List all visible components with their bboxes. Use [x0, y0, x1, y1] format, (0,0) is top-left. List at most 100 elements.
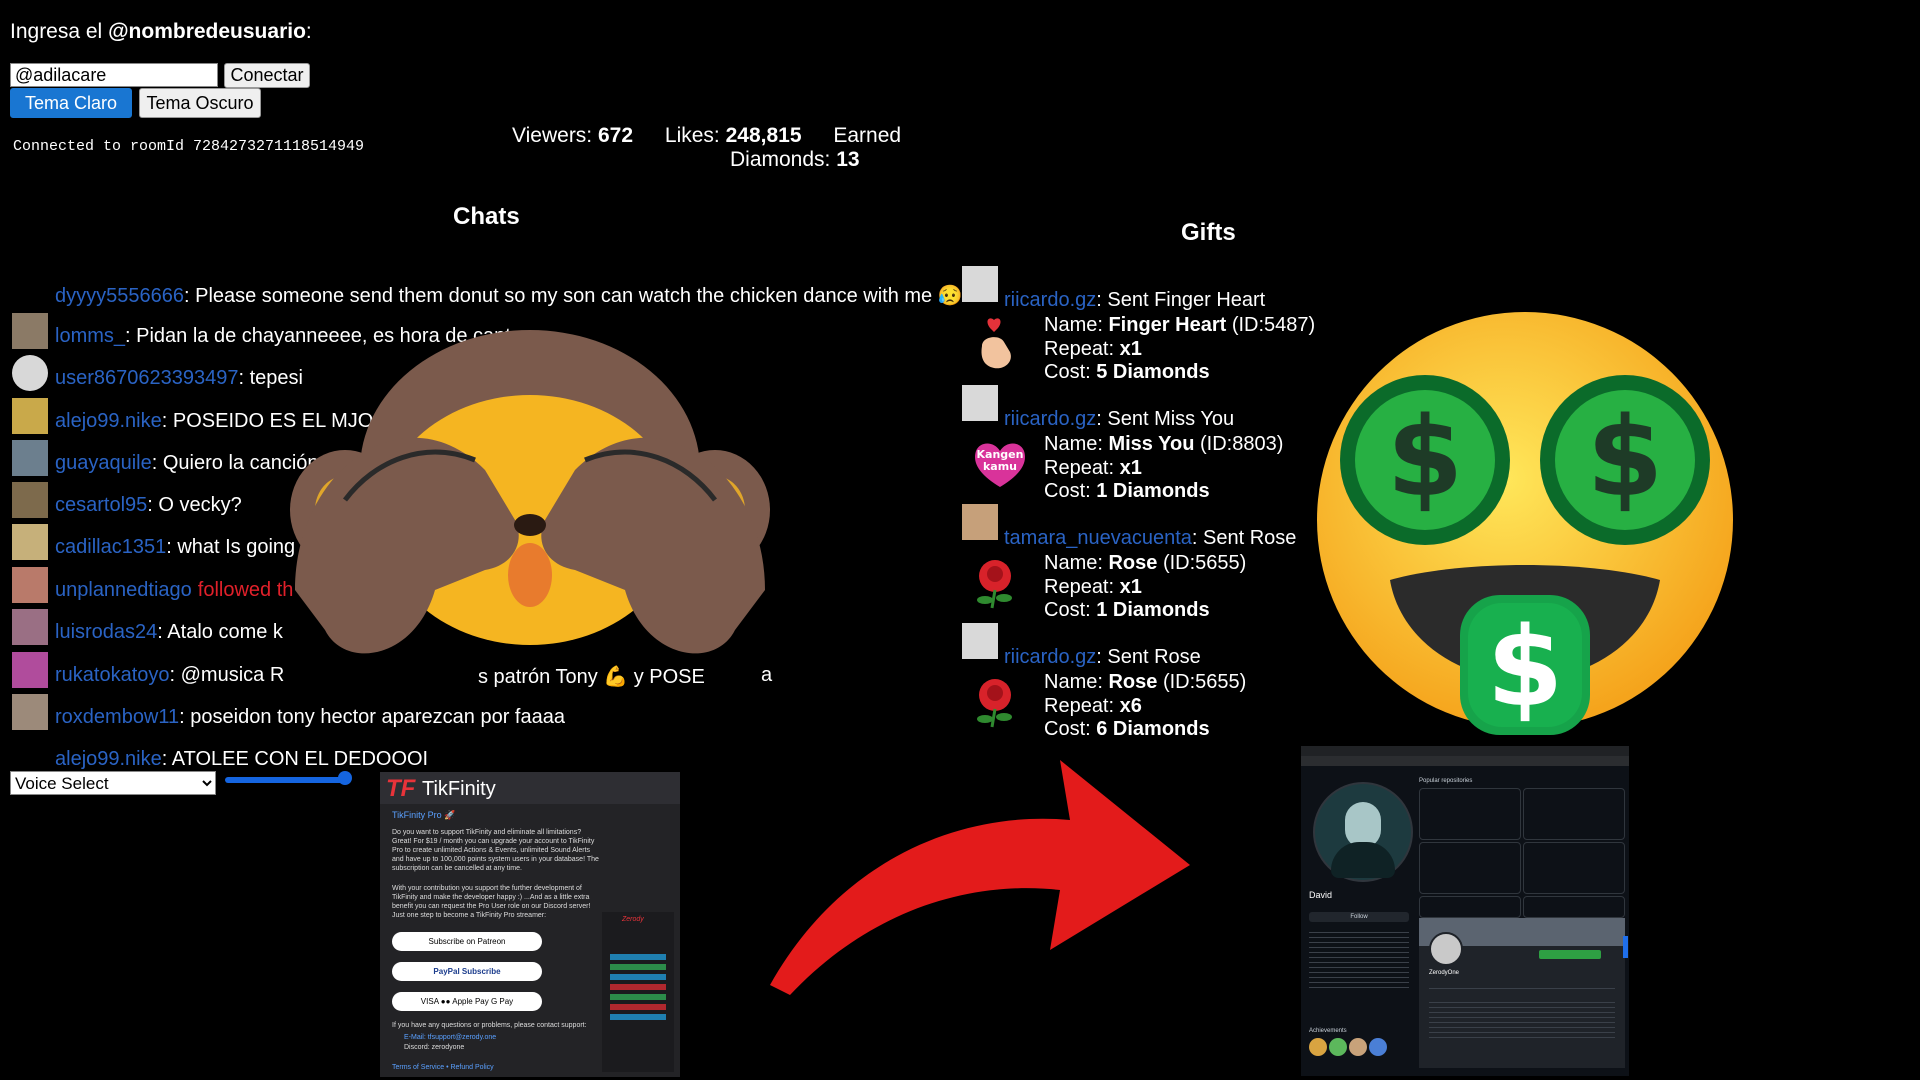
repo-card[interactable] [1419, 788, 1521, 840]
repo-card[interactable] [1419, 842, 1521, 894]
nested-text-lines [1429, 998, 1615, 1038]
volume-slider-thumb[interactable] [338, 771, 352, 785]
chat-username[interactable]: unplannedtiago [55, 579, 192, 601]
profile-name: David [1309, 890, 1333, 900]
light-theme-button[interactable]: Tema Claro [10, 88, 132, 118]
repo-card[interactable] [1523, 896, 1625, 918]
nested-avatar [1429, 932, 1463, 966]
chat-username[interactable]: user8670623393497 [55, 367, 239, 389]
chats-title: Chats [453, 203, 520, 230]
gift-username[interactable]: tamara_nuevacuenta [1004, 527, 1192, 549]
gift-detail-value: x1 [1119, 338, 1142, 360]
gift-detail-value: (ID:5487) [1231, 314, 1316, 336]
viewers-label: Viewers: [512, 124, 593, 147]
preview-bar [610, 984, 666, 990]
tikfinity-contact: If you have any questions or problems, p… [392, 1022, 587, 1029]
chat-username[interactable]: guayaquile [55, 452, 152, 474]
kangen-kamu-text: Kangen kamu [976, 448, 1024, 473]
gift-header: riicardo.gz: Sent Miss You [1004, 408, 1234, 431]
voice-select[interactable]: Voice Select [10, 771, 216, 795]
chat-username[interactable]: cadillac1351 [55, 536, 166, 558]
chat-username[interactable]: lomms_ [55, 325, 125, 347]
chat-username[interactable]: cesartol95 [55, 494, 147, 516]
repo-card[interactable] [1523, 842, 1625, 894]
patreon-subscribe-button[interactable]: Subscribe on Patreon [392, 932, 542, 951]
svg-text:$: $ [1387, 393, 1464, 521]
gift-detail-value: 1 Diamonds [1096, 480, 1210, 502]
gift-detail-value: Finger Heart [1108, 314, 1227, 336]
viewers-count: 672 [598, 124, 634, 147]
gift-header: tamara_nuevacuenta: Sent Rose [1004, 527, 1296, 550]
achievements-label: Achievements [1309, 1028, 1347, 1034]
username-input[interactable] [10, 63, 218, 87]
gift-username[interactable]: riicardo.gz [1004, 646, 1096, 668]
gift-username[interactable]: riicardo.gz [1004, 289, 1096, 311]
repo-card[interactable] [1419, 896, 1521, 918]
gift-detail-value: x6 [1119, 695, 1142, 717]
chat-message: luisrodas24: Atalo come k [10, 609, 283, 661]
preview-bar [610, 1004, 666, 1010]
gift-detail-label: Name: [1044, 552, 1103, 574]
chat-username[interactable]: dyyyy5556666 [55, 285, 184, 307]
dark-theme-button[interactable]: Tema Oscuro [139, 88, 261, 118]
preview-bar [610, 974, 666, 980]
scrollbar-thumb[interactable] [1623, 936, 1628, 958]
gift-action: : Sent Finger Heart [1096, 289, 1266, 311]
chat-username[interactable]: alejo99.nike [55, 748, 162, 770]
chat-message: dyyyy5556666: Please someone send them d… [10, 283, 963, 323]
prompt-suffix: : [305, 20, 312, 43]
nested-divider [1429, 988, 1615, 989]
diamonds-label: Diamonds: [730, 148, 831, 171]
prompt-username-token: @nombredeusuario [108, 20, 306, 43]
chat-username[interactable]: roxdembow11 [55, 706, 179, 728]
user-avatar [12, 609, 48, 645]
chat-message: user8670623393497: tepesi [10, 355, 303, 407]
paypal-subscribe-button[interactable]: PayPal Subscribe [392, 962, 542, 981]
gift-detail-label: Name: [1044, 671, 1103, 693]
tikfinity-para-2: With your contribution you support the f… [392, 885, 591, 919]
chat-message: unplannedtiago followed th [10, 567, 293, 619]
likes-count: 248,815 [725, 124, 802, 147]
card-payment-button[interactable]: VISA ●● Apple Pay G Pay [392, 992, 542, 1011]
repo-card[interactable] [1523, 788, 1625, 840]
gift-detail-value: (ID:5655) [1162, 671, 1247, 693]
gift-detail: Repeat: x1 [1044, 338, 1142, 361]
tikfinity-footer-links[interactable]: Terms of Service • Refund Policy [392, 1064, 494, 1071]
gift-detail-value: 1 Diamonds [1096, 599, 1210, 621]
gift-detail: Repeat: x1 [1044, 457, 1142, 480]
gift-detail-value: 5 Diamonds [1096, 361, 1210, 383]
tikfinity-side-name: Zerody [622, 916, 644, 923]
chat-text: : O vecky? [147, 494, 242, 516]
chat-message: rukatokatoyo: @musica R [10, 652, 285, 704]
tikfinity-email[interactable]: E-Mail: tfsupport@zerody.one [404, 1034, 496, 1041]
gifts-title: Gifts [1181, 219, 1236, 246]
chat-username[interactable]: alejo99.nike [55, 410, 162, 432]
gift-user-avatar [962, 385, 998, 421]
chat-username[interactable]: luisrodas24 [55, 621, 157, 643]
volume-slider[interactable] [225, 771, 385, 785]
preview-bar [610, 964, 666, 970]
chat-text: : Atalo come k [157, 621, 283, 643]
gift-detail-value: Rose [1108, 552, 1158, 574]
gift-detail-label: Repeat: [1044, 338, 1115, 360]
chat-text: : @musica R [169, 664, 285, 686]
gift-action: : Sent Rose [1191, 527, 1297, 549]
earned-label: Earned [833, 124, 902, 147]
connection-status: Connected to roomId 7284273271118514949 [13, 138, 365, 155]
gift-username[interactable]: riicardo.gz [1004, 408, 1096, 430]
chat-username[interactable]: rukatokatoyo [55, 664, 170, 686]
gift-detail-value: Miss You [1108, 433, 1195, 455]
rose-gift-icon [970, 556, 1020, 610]
gift-detail-label: Name: [1044, 314, 1103, 336]
chat-message: cadillac1351: what Is going on [10, 524, 323, 576]
browser-tab-bar [1301, 746, 1629, 756]
gift-detail: Cost: 6 Diamonds [1044, 718, 1210, 741]
follow-button[interactable]: Follow [1309, 912, 1409, 922]
connect-button[interactable]: Conectar [224, 63, 310, 88]
stats-line-2: Diamonds: 13 [730, 148, 860, 172]
likes-label: Likes: [664, 124, 720, 147]
user-avatar [12, 313, 48, 349]
red-arrow-graphic [770, 760, 1190, 995]
user-avatar [12, 524, 48, 560]
avatar-body [1331, 842, 1395, 878]
